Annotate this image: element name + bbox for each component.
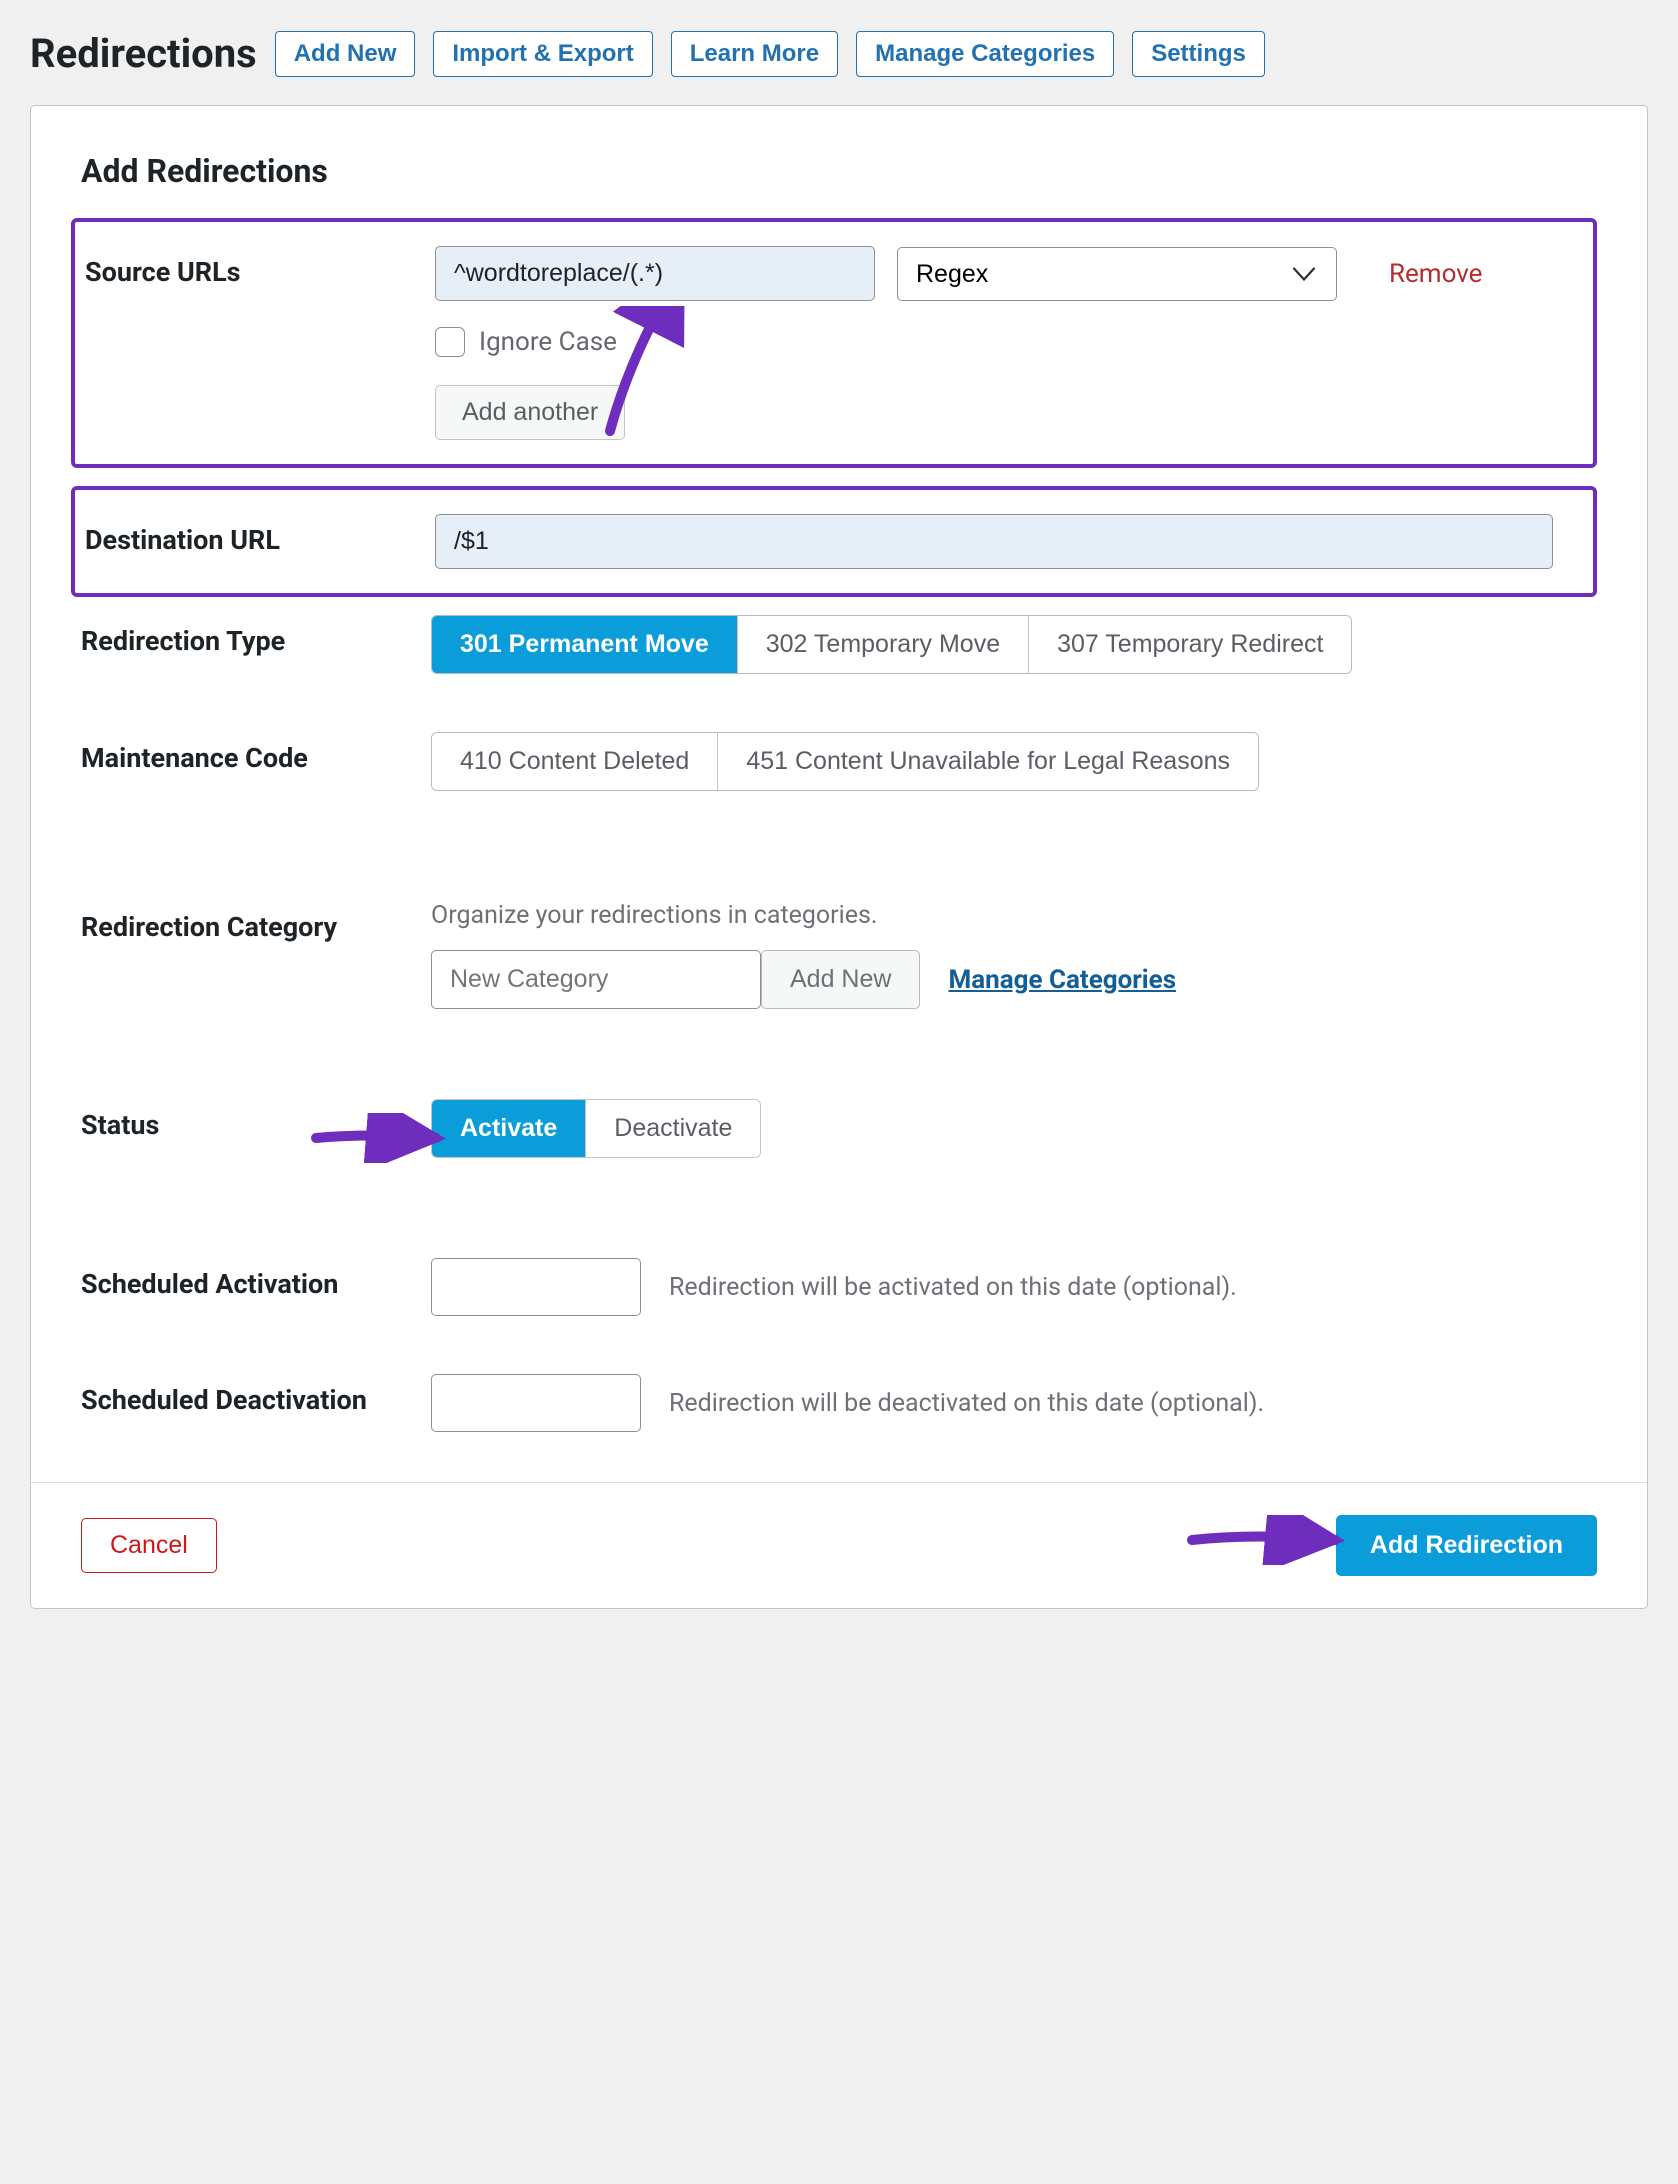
scheduled-deactivation-label: Scheduled Deactivation [81, 1374, 431, 1416]
cancel-button[interactable]: Cancel [81, 1518, 217, 1573]
page-header: Redirections Add New Import & Export Lea… [30, 30, 1648, 77]
category-help: Organize your redirections in categories… [431, 901, 1597, 930]
settings-button[interactable]: Settings [1132, 31, 1265, 77]
maintenance-group: 410 Content Deleted 451 Content Unavaila… [431, 732, 1259, 791]
scheduled-activation-input[interactable] [431, 1258, 641, 1316]
annotation-arrow-icon [575, 306, 685, 436]
redirection-type-label: Redirection Type [81, 615, 431, 657]
panel-title: Add Redirections [81, 152, 1597, 190]
match-type-select[interactable]: Regex [897, 247, 1337, 301]
activate-button[interactable]: Activate [432, 1100, 586, 1157]
destination-url-input[interactable] [435, 514, 1553, 569]
add-new-button[interactable]: Add New [275, 31, 416, 77]
ignore-case-checkbox[interactable] [435, 327, 465, 357]
redir-301-button[interactable]: 301 Permanent Move [432, 616, 738, 673]
manage-categories-button[interactable]: Manage Categories [856, 31, 1114, 77]
category-label: Redirection Category [81, 901, 431, 943]
status-group: Activate Deactivate [431, 1099, 761, 1158]
maint-410-button[interactable]: 410 Content Deleted [432, 733, 718, 790]
redirection-type-group: 301 Permanent Move 302 Temporary Move 30… [431, 615, 1352, 674]
redir-302-button[interactable]: 302 Temporary Move [738, 616, 1029, 673]
scheduled-deactivation-hint: Redirection will be deactivated on this … [669, 1389, 1264, 1418]
new-category-input[interactable] [431, 950, 761, 1009]
annotation-arrow-icon [311, 1113, 451, 1163]
destination-label: Destination URL [85, 514, 435, 556]
add-redirections-panel: Add Redirections Source URLs Regex [30, 105, 1648, 1609]
page-title: Redirections [30, 30, 257, 77]
panel-footer: Cancel Add Redirection [31, 1482, 1647, 1608]
redir-307-button[interactable]: 307 Temporary Redirect [1029, 616, 1351, 673]
remove-source-link[interactable]: Remove [1389, 259, 1482, 289]
maintenance-label: Maintenance Code [81, 732, 431, 774]
add-redirection-button[interactable]: Add Redirection [1336, 1515, 1597, 1576]
annotation-arrow-icon [1187, 1515, 1347, 1565]
manage-categories-link[interactable]: Manage Categories [948, 965, 1176, 995]
scheduled-activation-hint: Redirection will be activated on this da… [669, 1273, 1237, 1302]
scheduled-activation-label: Scheduled Activation [81, 1258, 431, 1300]
destination-highlight: Destination URL [71, 486, 1597, 597]
source-url-input[interactable] [435, 246, 875, 301]
source-highlight: Source URLs Regex Remove [71, 218, 1597, 468]
import-export-button[interactable]: Import & Export [433, 31, 652, 77]
category-add-button[interactable]: Add New [761, 950, 920, 1009]
learn-more-button[interactable]: Learn More [671, 31, 838, 77]
deactivate-button[interactable]: Deactivate [586, 1100, 760, 1157]
source-label: Source URLs [85, 246, 435, 288]
maint-451-button[interactable]: 451 Content Unavailable for Legal Reason… [718, 733, 1258, 790]
scheduled-deactivation-input[interactable] [431, 1374, 641, 1432]
